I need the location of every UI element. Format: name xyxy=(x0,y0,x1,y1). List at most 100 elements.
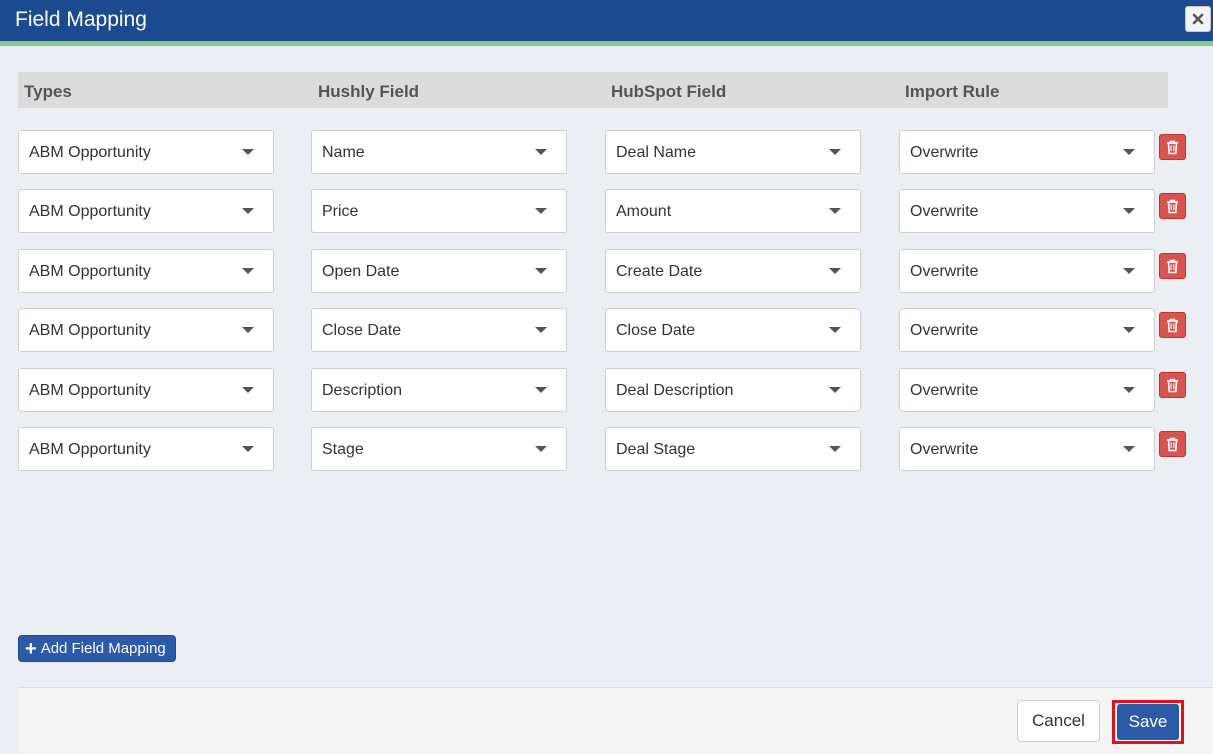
import-rule-select[interactable]: Overwrite xyxy=(899,368,1155,412)
delete-row-button[interactable] xyxy=(1159,193,1186,219)
hubspot-field-select-value: Amount xyxy=(616,203,672,220)
types-select[interactable]: ABM Opportunity xyxy=(18,427,274,471)
column-header-hushly-field: Hushly Field xyxy=(318,82,420,101)
import-rule-select[interactable]: Overwrite xyxy=(899,308,1155,352)
dialog-header xyxy=(0,0,1213,41)
import-rule-select-value: Overwrite xyxy=(910,263,979,280)
mapping-row: ABM Opportunity Stage Deal Stage Overwrite xyxy=(0,427,1213,471)
chevron-down-icon xyxy=(242,387,254,393)
import-rule-select[interactable]: Overwrite xyxy=(899,249,1155,293)
chevron-down-icon xyxy=(535,387,547,393)
import-rule-select-value: Overwrite xyxy=(910,203,979,220)
trash-icon xyxy=(1167,140,1178,154)
types-select-value: ABM Opportunity xyxy=(29,322,151,339)
chevron-down-icon xyxy=(1123,268,1135,274)
chevron-down-icon xyxy=(535,149,547,155)
chevron-down-icon xyxy=(535,268,547,274)
chevron-down-icon xyxy=(829,387,841,393)
types-select[interactable]: ABM Opportunity xyxy=(18,368,274,412)
types-select[interactable]: ABM Opportunity xyxy=(18,130,274,174)
hushly-field-select-value: Description xyxy=(322,382,403,399)
dialog-title: Field Mapping xyxy=(15,8,147,31)
import-rule-select[interactable]: Overwrite xyxy=(899,189,1155,233)
types-select-value: ABM Opportunity xyxy=(29,144,151,161)
hushly-field-select-value: Name xyxy=(322,144,365,161)
import-rule-select[interactable]: Overwrite xyxy=(899,427,1155,471)
chevron-down-icon xyxy=(829,149,841,155)
delete-row-button[interactable] xyxy=(1159,372,1186,398)
close-button[interactable] xyxy=(1185,6,1211,32)
delete-row-button[interactable] xyxy=(1159,431,1186,457)
hubspot-field-select-value: Create Date xyxy=(616,263,703,280)
chevron-down-icon xyxy=(829,268,841,274)
hubspot-field-select[interactable]: Amount xyxy=(605,189,861,233)
types-select[interactable]: ABM Opportunity xyxy=(18,189,274,233)
types-select[interactable]: ABM Opportunity xyxy=(18,308,274,352)
chevron-down-icon xyxy=(1123,208,1135,214)
hushly-field-select-value: Stage xyxy=(322,441,364,458)
hubspot-field-select[interactable]: Deal Description xyxy=(605,368,861,412)
mapping-table-header: Types Hushly Field HubSpot Field Import … xyxy=(18,72,1168,108)
hushly-field-select[interactable]: Open Date xyxy=(311,249,567,293)
trash-icon xyxy=(1167,378,1178,392)
trash-icon xyxy=(1167,199,1178,213)
plus-icon: + xyxy=(25,637,37,660)
mapping-row: ABM Opportunity Close Date Close Date Overw… xyxy=(0,308,1213,352)
types-select-value: ABM Opportunity xyxy=(29,441,151,458)
chevron-down-icon xyxy=(535,446,547,452)
mapping-row: ABM Opportunity Open Date Create Date Overw… xyxy=(0,249,1213,293)
delete-row-button[interactable] xyxy=(1159,312,1186,338)
delete-row-button[interactable] xyxy=(1159,253,1186,279)
hushly-field-select[interactable]: Name xyxy=(311,130,567,174)
hushly-field-select[interactable]: Price xyxy=(311,189,567,233)
chevron-down-icon xyxy=(535,327,547,333)
hubspot-field-select[interactable]: Create Date xyxy=(605,249,861,293)
chevron-down-icon xyxy=(1123,149,1135,155)
hubspot-field-select-value: Close Date xyxy=(616,322,696,339)
chevron-down-icon xyxy=(829,446,841,452)
hubspot-field-select[interactable]: Deal Name xyxy=(605,130,861,174)
hushly-field-select[interactable]: Stage xyxy=(311,427,567,471)
save-button[interactable]: Save xyxy=(1117,704,1179,740)
hubspot-field-select-value: Deal Name xyxy=(616,144,697,161)
hubspot-field-select[interactable]: Deal Stage xyxy=(605,427,861,471)
chevron-down-icon xyxy=(242,268,254,274)
header-accent-stripe xyxy=(0,41,1213,46)
chevron-down-icon xyxy=(242,208,254,214)
types-select-value: ABM Opportunity xyxy=(29,382,151,399)
trash-icon xyxy=(1167,318,1178,332)
hushly-field-select-value: Close Date xyxy=(322,322,402,339)
types-select-value: ABM Opportunity xyxy=(29,203,151,220)
add-field-mapping-button[interactable]: + Add Field Mapping xyxy=(18,635,176,662)
chevron-down-icon xyxy=(242,327,254,333)
types-select-value: ABM Opportunity xyxy=(29,263,151,280)
delete-row-button[interactable] xyxy=(1159,134,1186,160)
import-rule-select[interactable]: Overwrite xyxy=(899,130,1155,174)
column-header-hubspot-field: HubSpot Field xyxy=(611,82,727,101)
hubspot-field-select-value: Deal Description xyxy=(616,382,734,399)
column-header-types: Types xyxy=(24,82,72,101)
import-rule-select-value: Overwrite xyxy=(910,144,979,161)
chevron-down-icon xyxy=(829,327,841,333)
chevron-down-icon xyxy=(1123,327,1135,333)
hubspot-field-select[interactable]: Close Date xyxy=(605,308,861,352)
mapping-row: ABM Opportunity Name Deal Name Overwrite xyxy=(0,130,1213,174)
types-select[interactable]: ABM Opportunity xyxy=(18,249,274,293)
chevron-down-icon xyxy=(535,208,547,214)
hushly-field-select-value: Price xyxy=(322,203,359,220)
import-rule-select-value: Overwrite xyxy=(910,441,979,458)
hushly-field-select-value: Open Date xyxy=(322,263,400,280)
close-icon xyxy=(1192,13,1204,25)
hubspot-field-select-value: Deal Stage xyxy=(616,441,696,458)
chevron-down-icon xyxy=(242,149,254,155)
column-header-import-rule: Import Rule xyxy=(905,82,1000,101)
chevron-down-icon xyxy=(1123,446,1135,452)
hushly-field-select[interactable]: Description xyxy=(311,368,567,412)
mapping-row: ABM Opportunity Description Deal Descripti… xyxy=(0,368,1213,412)
chevron-down-icon xyxy=(829,208,841,214)
cancel-button[interactable]: Cancel xyxy=(1017,700,1100,742)
trash-icon xyxy=(1167,437,1178,451)
hushly-field-select[interactable]: Close Date xyxy=(311,308,567,352)
import-rule-select-value: Overwrite xyxy=(910,322,979,339)
chevron-down-icon xyxy=(242,446,254,452)
